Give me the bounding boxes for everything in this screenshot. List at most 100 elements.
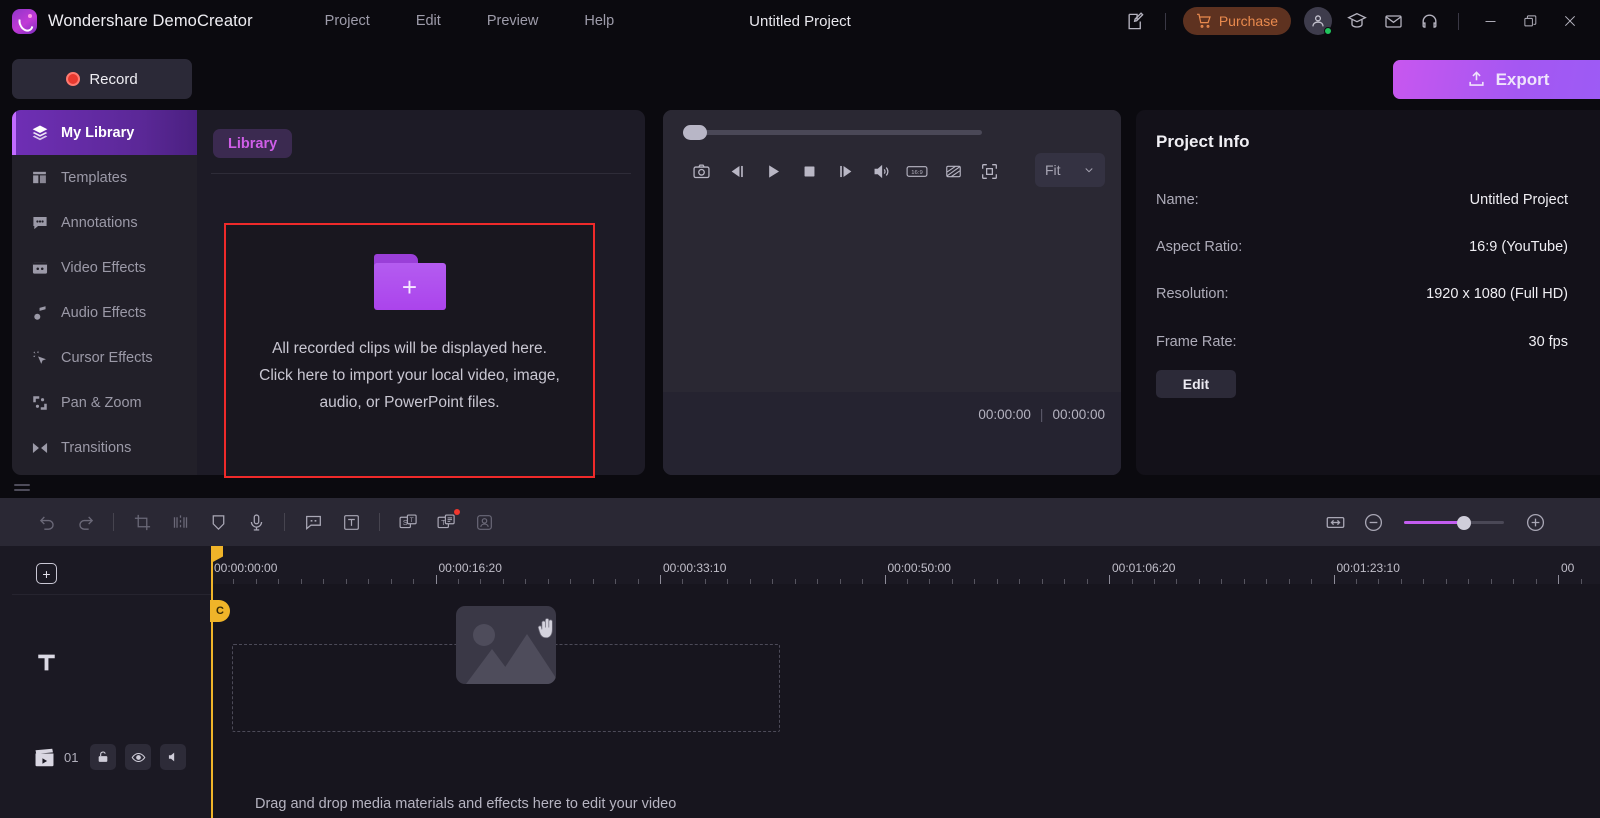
sidebar-item-video-effects[interactable]: Video Effects [12, 245, 197, 290]
project-info-row-name: Name: Untitled Project [1156, 189, 1568, 211]
dropzone-line-3: Click here to import your local video, [259, 367, 509, 384]
preview-scrubber[interactable] [683, 125, 982, 140]
caption-icon[interactable] [294, 503, 332, 541]
menu-edit[interactable]: Edit [416, 13, 441, 29]
redo-icon[interactable] [66, 503, 104, 541]
row-key: Aspect Ratio: [1156, 239, 1243, 255]
feedback-icon[interactable] [1118, 3, 1154, 39]
project-info-row-aspect-ratio: Aspect Ratio: 16:9 (YouTube) [1156, 236, 1568, 258]
ruler-label: 00:00:33:10 [663, 561, 727, 575]
track-headers: + [0, 546, 211, 818]
project-info-row-resolution: Resolution: 1920 x 1080 (Full HD) [1156, 283, 1568, 305]
previous-frame-icon[interactable] [719, 153, 755, 189]
sidebar-item-audio-effects[interactable]: Audio Effects [12, 290, 197, 335]
menu-project[interactable]: Project [325, 13, 370, 29]
ruler-tick-major [435, 575, 437, 584]
time-separator: | [1039, 406, 1044, 422]
dropzone-line-1: All recorded clips will be displayed [272, 340, 508, 357]
next-frame-icon[interactable] [827, 153, 863, 189]
zoom-in-icon[interactable] [1516, 503, 1554, 541]
sidebar-item-templates[interactable]: Templates [12, 155, 197, 200]
record-button[interactable]: Record [12, 59, 192, 99]
folder-plus-icon: + [373, 254, 446, 310]
sidebar-label: Templates [61, 169, 128, 186]
ruler-label: 00:01:06:20 [1112, 561, 1176, 575]
preview-timecodes: 00:00:00 | 00:00:00 [663, 392, 1121, 436]
titlebar-divider-2 [1458, 12, 1459, 30]
sidebar-item-cursor-effects[interactable]: Cursor Effects [12, 335, 197, 380]
sidebar-item-pan-zoom[interactable]: Pan & Zoom [12, 380, 197, 425]
add-track-icon[interactable]: + [36, 563, 57, 584]
project-info-panel: Project Info Name: Untitled Project Aspe… [1136, 110, 1600, 475]
project-info-edit-button[interactable]: Edit [1156, 370, 1236, 398]
timeline-ruler[interactable]: 00:00:00:00 00:00:16:20 00:00:33:10 00:00:5… [211, 546, 1600, 584]
purchase-button[interactable]: Purchase [1182, 7, 1291, 35]
graduation-cap-icon[interactable] [1339, 3, 1375, 39]
text-track-icon[interactable] [35, 651, 58, 679]
no-signal-icon[interactable] [935, 153, 971, 189]
headset-icon[interactable] [1411, 3, 1447, 39]
track-controls: 01 [34, 744, 187, 770]
new-feature-badge [454, 509, 460, 515]
minimize-icon[interactable] [1470, 0, 1510, 42]
menu-preview[interactable]: Preview [487, 13, 539, 29]
titlebar-actions: Purchase [1118, 0, 1600, 42]
stop-icon[interactable] [791, 153, 827, 189]
text-icon[interactable] [332, 503, 370, 541]
ruler-tick-major [1333, 575, 1335, 584]
grab-hand-icon [536, 616, 558, 647]
timeline-tracks[interactable]: Drag and drop media materials and effect… [211, 584, 1600, 818]
row-value: 30 fps [1528, 334, 1569, 350]
split-icon[interactable] [161, 503, 199, 541]
sidebar-label: Audio Effects [61, 304, 147, 321]
timeline: + 01 00:00:00:00 00:00:16:20 00:00:33:10… [0, 546, 1600, 818]
unlock-icon[interactable] [90, 744, 117, 770]
sidebar-item-annotations[interactable]: Annotations [12, 200, 197, 245]
panel-resize-handle[interactable] [14, 484, 30, 493]
video-effects-icon [30, 258, 49, 277]
microphone-icon[interactable] [237, 503, 275, 541]
sidebar-label: Transitions [61, 439, 132, 456]
restore-icon[interactable] [1510, 0, 1550, 42]
project-info-title: Project Info [1156, 132, 1250, 151]
play-icon[interactable] [755, 153, 791, 189]
fit-dropdown[interactable]: Fit [1035, 153, 1105, 187]
crop-icon[interactable] [123, 503, 161, 541]
volume-icon[interactable] [863, 153, 899, 189]
speech-to-text-icon[interactable]: S T [389, 503, 427, 541]
tab-library[interactable]: Library [213, 129, 293, 158]
zoom-slider[interactable] [1404, 515, 1504, 530]
zoom-slider-handle[interactable] [1457, 515, 1471, 530]
playhead[interactable]: C [210, 546, 230, 818]
sidebar-item-my-library[interactable]: My Library [12, 110, 197, 155]
ruler-tick-major [1109, 575, 1110, 584]
project-info-row-frame-rate: Frame Rate: 30 fps [1156, 331, 1568, 353]
eye-visible-icon[interactable] [125, 744, 152, 770]
aspect-ratio-16-9-icon[interactable]: 16:9 [899, 153, 935, 189]
fit-to-width-icon[interactable] [1316, 503, 1354, 541]
menu-help[interactable]: Help [584, 13, 614, 29]
snapshot-icon[interactable] [683, 153, 719, 189]
close-icon[interactable] [1550, 0, 1590, 42]
account-button[interactable] [1301, 4, 1335, 38]
mail-icon[interactable] [1375, 3, 1411, 39]
ruler-label: 00 [1561, 561, 1575, 575]
marker-icon[interactable] [199, 503, 237, 541]
track-number: 01 [64, 749, 79, 765]
library-dropzone[interactable]: + All recorded clips will be displayed h… [224, 223, 595, 478]
scrubber-handle[interactable] [683, 125, 707, 140]
text-to-speech-icon[interactable]: T [427, 503, 465, 541]
ai-avatar-icon[interactable] [465, 503, 503, 541]
transitions-icon [30, 438, 49, 457]
fullscreen-icon[interactable] [971, 153, 1007, 189]
export-button[interactable]: Export [1393, 60, 1600, 99]
app-logo-icon [12, 8, 37, 34]
sidebar-item-transitions[interactable]: Transitions [12, 425, 197, 470]
zoom-out-icon[interactable] [1354, 503, 1392, 541]
row-key: Name: [1156, 192, 1199, 208]
export-label: Export [1495, 69, 1550, 89]
sidebar-label: Pan & Zoom [61, 394, 142, 411]
speaker-mute-icon[interactable] [160, 744, 187, 770]
brand-name: Wondershare DemoCreator [48, 11, 253, 30]
undo-icon[interactable] [28, 503, 66, 541]
